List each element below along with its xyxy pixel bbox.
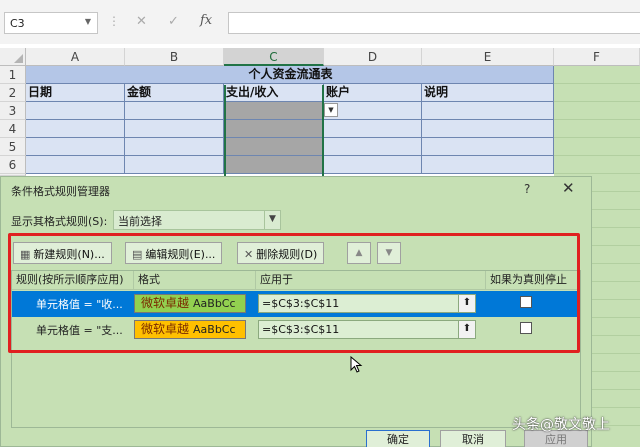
dialog-title: 条件格式规则管理器 xyxy=(11,185,110,198)
watermark: 头条@敬文敬上 xyxy=(512,417,610,433)
table-cell[interactable] xyxy=(26,138,125,156)
table-cell[interactable] xyxy=(422,138,554,156)
header-account[interactable]: 账户 xyxy=(324,84,422,102)
cancel-icon[interactable]: ✕ xyxy=(136,14,147,29)
header-date[interactable]: 日期 xyxy=(26,84,125,102)
column-header-a[interactable]: A xyxy=(26,48,125,66)
table-cell[interactable] xyxy=(324,120,422,138)
chevron-down-icon[interactable]: ▼ xyxy=(264,211,280,229)
header-amount[interactable]: 金额 xyxy=(125,84,224,102)
show-rules-select[interactable]: 当前选择 ▼ xyxy=(113,210,281,230)
row-header-6[interactable]: 6 xyxy=(0,156,26,174)
column-header-e[interactable]: E xyxy=(422,48,554,66)
name-box[interactable]: C3 ▼ xyxy=(4,12,98,34)
highlight-annotation-box xyxy=(8,233,580,353)
ok-button[interactable]: 确定 xyxy=(366,430,430,447)
show-rules-value: 当前选择 xyxy=(118,215,162,228)
name-box-value: C3 xyxy=(10,17,25,30)
row-header-3[interactable]: 3 xyxy=(0,102,26,120)
row-header-1[interactable]: 1 xyxy=(0,66,26,84)
show-rules-label: 显示其格式规则(S): xyxy=(11,215,108,228)
table-cell[interactable] xyxy=(125,138,224,156)
cancel-button[interactable]: 取消 xyxy=(440,430,506,447)
header-note[interactable]: 说明 xyxy=(422,84,554,102)
table-cell[interactable] xyxy=(422,156,554,174)
column-header-d[interactable]: D xyxy=(324,48,422,66)
table-cell[interactable] xyxy=(324,102,422,120)
table-title[interactable]: 个人资金流通表 xyxy=(26,66,554,84)
help-button[interactable]: ? xyxy=(524,182,530,196)
column-header-b[interactable]: B xyxy=(125,48,224,66)
chevron-down-icon[interactable]: ▼ xyxy=(85,17,91,26)
close-button[interactable]: ✕ xyxy=(562,179,575,197)
mouse-cursor-icon xyxy=(350,356,363,373)
table-cell[interactable] xyxy=(26,102,125,120)
table-cell[interactable] xyxy=(125,156,224,174)
row-header-2[interactable]: 2 xyxy=(0,84,26,102)
formula-bar: C3 ▼ ⋮ ✕ ✓ fx xyxy=(0,0,640,44)
table-cell[interactable] xyxy=(125,102,224,120)
row-header-5[interactable]: 5 xyxy=(0,138,26,156)
table-cell[interactable] xyxy=(26,156,125,174)
table-cell[interactable] xyxy=(324,138,422,156)
table-cell[interactable] xyxy=(26,120,125,138)
enter-icon[interactable]: ✓ xyxy=(168,14,179,29)
selection-outline xyxy=(224,85,324,177)
formula-input[interactable] xyxy=(228,12,640,34)
select-all-corner[interactable] xyxy=(0,48,26,66)
table-cell[interactable] xyxy=(422,102,554,120)
table-cell[interactable] xyxy=(324,156,422,174)
column-header-c[interactable]: C xyxy=(224,48,324,66)
separator-icon: ⋮ xyxy=(108,14,120,28)
table-cell[interactable] xyxy=(125,120,224,138)
insert-function-button[interactable]: fx xyxy=(200,13,212,28)
table-cell[interactable] xyxy=(422,120,554,138)
validation-dropdown-button[interactable]: ▼ xyxy=(324,103,338,117)
row-header-4[interactable]: 4 xyxy=(0,120,26,138)
column-header-f[interactable]: F xyxy=(554,48,640,66)
